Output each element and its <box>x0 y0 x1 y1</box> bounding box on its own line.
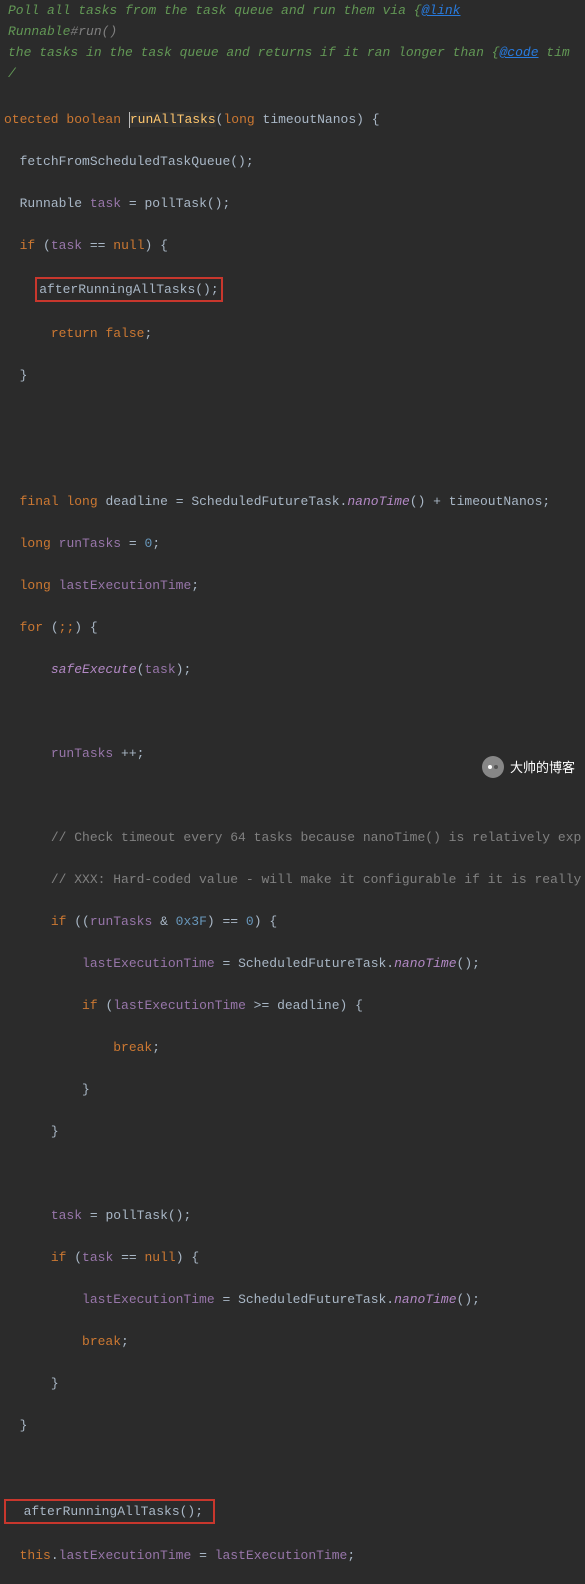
doc-text: Poll all tasks from the task queue and r… <box>8 3 421 18</box>
doc-link: @code <box>499 45 538 60</box>
call-fetch: fetchFromScheduledTaskQueue(); <box>20 154 254 169</box>
code-editor[interactable]: otected boolean runAllTasks(long timeout… <box>0 84 585 1584</box>
watermark: 大帅的博客 <box>482 756 575 778</box>
comment: // Check timeout every 64 tasks because … <box>51 830 582 845</box>
highlight-box-1: afterRunningAllTasks(); <box>35 277 222 302</box>
highlight-box-2: afterRunningAllTasks(); <box>4 1499 215 1524</box>
doc-text: the tasks in the task queue and returns … <box>8 45 499 60</box>
comment: // XXX: Hard-coded value - will make it … <box>51 872 582 887</box>
javadoc-block: Poll all tasks from the task queue and r… <box>0 0 585 84</box>
watermark-text: 大帅的博客 <box>510 757 575 778</box>
wechat-icon <box>482 756 504 778</box>
doc-link: @link <box>421 3 460 18</box>
method-name: runAllTasks <box>130 112 216 127</box>
